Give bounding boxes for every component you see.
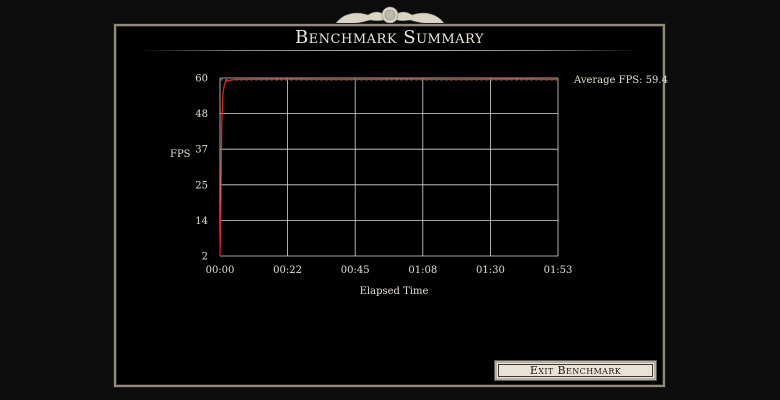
average-fps-label: Average FPS: 59.4	[574, 75, 668, 86]
panel-title: Benchmark Summary	[294, 27, 485, 48]
exit-benchmark-button[interactable]: Exit Benchmark	[494, 360, 657, 381]
title-divider	[138, 50, 641, 51]
